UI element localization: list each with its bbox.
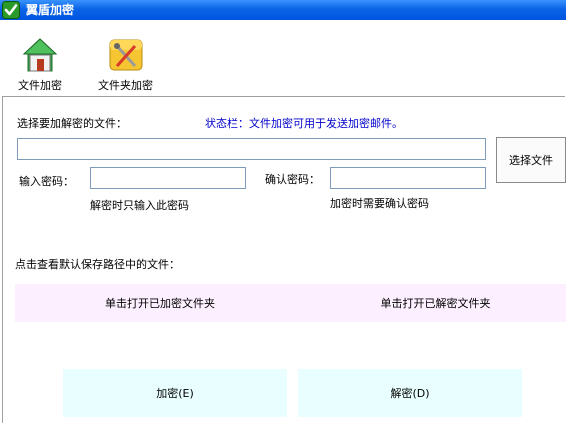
password-hint: 解密时只输入此密码 bbox=[90, 199, 189, 212]
password-input[interactable] bbox=[90, 167, 246, 189]
open-encrypted-folder-label: 单击打开已加密文件夹 bbox=[105, 297, 215, 310]
checkmark-icon bbox=[2, 1, 20, 19]
default-folder-bar: 单击打开已加密文件夹 单击打开已解密文件夹 bbox=[15, 284, 566, 322]
status-text: 状态栏：文件加密可用于发送加密邮件。 bbox=[205, 117, 403, 130]
encrypt-button[interactable]: 加密(E) bbox=[63, 369, 287, 417]
open-decrypted-folder-button[interactable]: 单击打开已解密文件夹 bbox=[305, 284, 566, 322]
main-panel: 选择要加解密的文件： 状态栏：文件加密可用于发送加密邮件。 选择文件 输入密码：… bbox=[2, 96, 566, 423]
decrypt-button-label: 解密(D) bbox=[390, 387, 430, 400]
folder-tools-icon bbox=[109, 39, 142, 71]
title-bar: 翼盾加密 bbox=[0, 0, 566, 20]
default-path-label: 点击查看默认保存路径中的文件： bbox=[15, 258, 180, 271]
confirm-password-label: 确认密码： bbox=[265, 173, 320, 186]
browse-file-button[interactable]: 选择文件 bbox=[496, 137, 566, 183]
browse-file-label: 选择文件 bbox=[509, 154, 553, 167]
open-decrypted-folder-label: 单击打开已解密文件夹 bbox=[380, 297, 491, 310]
file-encrypt-tool[interactable]: 文件加密 bbox=[18, 36, 62, 93]
open-encrypted-folder-button[interactable]: 单击打开已加密文件夹 bbox=[15, 284, 305, 322]
file-encrypt-label: 文件加密 bbox=[18, 79, 62, 92]
select-file-label: 选择要加解密的文件： bbox=[17, 117, 127, 130]
toolbar: 文件加密 文件夹加密 bbox=[0, 20, 566, 94]
password-label: 输入密码： bbox=[19, 175, 74, 188]
confirm-password-hint: 加密时需要确认密码 bbox=[330, 197, 429, 210]
file-path-input[interactable] bbox=[17, 138, 486, 160]
encrypt-button-label: 加密(E) bbox=[156, 387, 194, 400]
folder-encrypt-tool[interactable]: 文件夹加密 bbox=[98, 36, 153, 93]
folder-encrypt-label: 文件夹加密 bbox=[98, 79, 153, 92]
confirm-password-input[interactable] bbox=[330, 167, 486, 189]
decrypt-button[interactable]: 解密(D) bbox=[298, 369, 522, 417]
window-title: 翼盾加密 bbox=[26, 3, 75, 17]
house-icon bbox=[22, 38, 58, 72]
